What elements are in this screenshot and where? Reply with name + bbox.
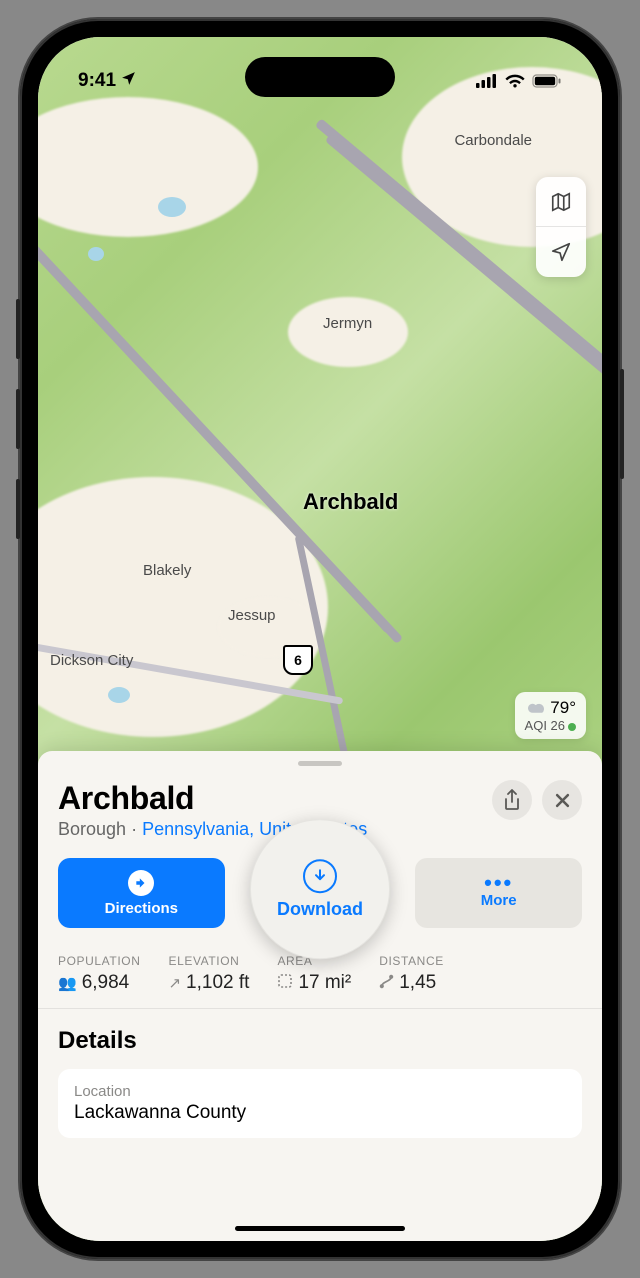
sheet-grabber[interactable]	[298, 761, 342, 766]
details-location-value: Lackawanna County	[74, 1102, 566, 1124]
download-label: Download	[277, 899, 363, 920]
download-button[interactable]: Download	[250, 819, 390, 959]
directions-button[interactable]: Directions	[58, 858, 225, 928]
weather-aqi: AQI 26	[525, 718, 565, 733]
home-indicator[interactable]	[235, 1226, 405, 1231]
stat-population: POPULATION 👥6,984	[58, 954, 168, 994]
cloud-icon	[528, 698, 546, 718]
cellular-icon	[476, 74, 498, 88]
map-mode-button[interactable]	[536, 177, 586, 227]
arrow-up-right-icon: ↗	[168, 974, 181, 992]
map-controls	[536, 177, 586, 277]
details-card: Location Lackawanna County	[58, 1069, 582, 1138]
stat-area: AREA 17 mi²	[277, 954, 379, 994]
locate-me-button[interactable]	[536, 227, 586, 277]
place-title: Archbald	[58, 780, 482, 817]
download-icon	[303, 859, 337, 893]
people-icon: 👥	[58, 974, 77, 992]
route-shield: 6	[283, 645, 313, 675]
directions-label: Directions	[105, 900, 178, 917]
area-icon	[277, 973, 293, 993]
directions-icon	[128, 870, 154, 896]
battery-icon	[532, 74, 562, 88]
aqi-dot-icon	[568, 723, 576, 731]
map-label-jessup: Jessup	[228, 607, 276, 624]
status-time: 9:41	[78, 70, 116, 92]
map-label-dickson: Dickson City	[50, 652, 133, 669]
stat-distance: DISTANCE 1,45	[379, 954, 444, 994]
details-heading: Details	[58, 1027, 582, 1055]
place-sheet: Archbald Borough · Pennsylvania, United …	[38, 751, 602, 1241]
details-location-label: Location	[74, 1083, 566, 1100]
map-label-archbald: Archbald	[303, 489, 398, 515]
ellipsis-icon: •••	[484, 878, 513, 888]
share-button[interactable]	[492, 780, 532, 820]
location-services-icon	[120, 70, 137, 93]
weather-badge[interactable]: 79° AQI 26	[515, 692, 586, 739]
dynamic-island	[245, 57, 395, 97]
route-icon	[379, 974, 394, 993]
more-button[interactable]: ••• More	[415, 858, 582, 928]
map-label-carbondale: Carbondale	[454, 132, 532, 149]
close-button[interactable]	[542, 780, 582, 820]
wifi-icon	[505, 74, 525, 89]
stat-elevation: ELEVATION ↗1,102 ft	[168, 954, 277, 994]
more-label: More	[481, 892, 517, 909]
place-subtitle: Borough · Pennsylvania, United States	[58, 819, 482, 840]
map-label-jermyn: Jermyn	[323, 315, 372, 332]
weather-temp: 79°	[550, 698, 576, 718]
map-label-blakely: Blakely	[143, 562, 191, 579]
